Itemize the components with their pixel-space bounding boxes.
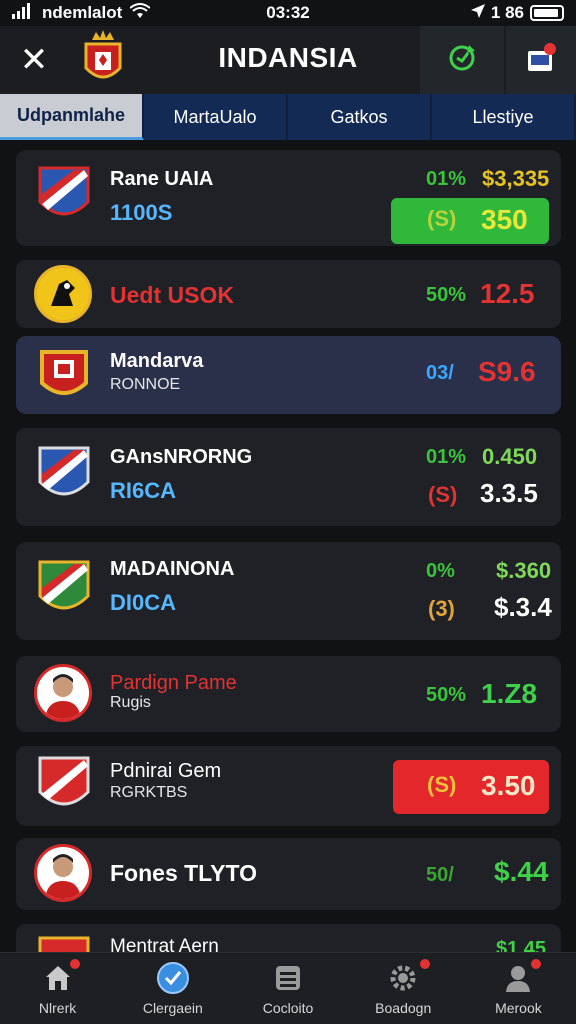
team-name: Rane UAIA: [110, 168, 214, 190]
bottom-navigation: Nlrerk Clergaein Cocloito Boadogn Merook: [0, 952, 576, 1024]
check-badge-icon: [155, 960, 191, 996]
signal-icon: [12, 2, 34, 24]
nav-item-cocloito[interactable]: Cocloito: [230, 953, 345, 1024]
list-item[interactable]: Rane UAIA 1100S 01% $3,335 (S) 350: [16, 150, 561, 246]
list-item[interactable]: MADAINONA DI0CA 0% $.360 (3) $.3.4: [16, 542, 561, 640]
change-percent: 50%: [426, 684, 467, 706]
list-item[interactable]: Pardign Pame Rugis 50% 1.Z8: [16, 656, 561, 732]
price-value: 12.5: [480, 278, 535, 309]
tab-gatkos[interactable]: Gatkos: [288, 94, 432, 140]
team-subtitle: RGRKTBS: [110, 784, 188, 801]
nav-label: Nlrerk: [38, 1000, 77, 1016]
status-bar: ndemlalot 03:32 1 86: [0, 0, 576, 26]
change-percent: 50/: [426, 864, 454, 886]
team-badge: [36, 344, 92, 406]
player-avatar: [34, 844, 92, 902]
team-badge: [36, 444, 92, 506]
notification-dot: [68, 957, 82, 971]
team-logo: [34, 265, 92, 323]
team-badge: [36, 558, 92, 620]
carrier-label: ndemlalot: [42, 3, 123, 22]
player-avatar: [34, 664, 92, 722]
tab-udpanmlahe[interactable]: Udpanmlahe: [0, 94, 144, 140]
nav-label: Clergaein: [142, 1000, 203, 1016]
list-item[interactable]: GAnsNRORNG RI6CA 01% 0.450 (S) 3.3.5: [16, 428, 561, 526]
team-badge: [36, 164, 92, 226]
nav-item-merook[interactable]: Merook: [461, 953, 576, 1024]
price-value: $3,335: [482, 166, 550, 191]
notification-dot: [528, 957, 543, 971]
team-name: GAnsNRORNG: [110, 446, 253, 468]
nav-item-nlrerk[interactable]: Nlrerk: [0, 953, 115, 1024]
refresh-button[interactable]: [420, 26, 504, 94]
button-value: 3.50: [481, 770, 536, 801]
list-icon: [270, 960, 306, 996]
team-subtitle: RI6CA: [110, 478, 177, 503]
holding-value: $.3.4: [494, 592, 552, 622]
nav-label: Merook: [495, 1000, 542, 1016]
holding-value: 3.3.5: [480, 478, 538, 508]
buy-button[interactable]: (S) 350: [391, 198, 549, 244]
nav-item-clergaein[interactable]: Clergaein: [115, 953, 230, 1024]
inbox-icon: [524, 41, 558, 80]
team-badge: [36, 754, 92, 816]
change-percent: 03/: [426, 362, 454, 384]
status-right-text: 1 86: [490, 3, 524, 22]
wifi-icon: [129, 2, 151, 24]
app-header: ✕ INDANSIA: [0, 26, 576, 94]
player-subtitle: Rugis: [110, 694, 151, 711]
notification-dot: [417, 957, 432, 971]
inbox-button[interactable]: [506, 26, 576, 94]
currency-symbol: (S): [427, 206, 457, 231]
team-subtitle: DI0CA: [110, 590, 177, 615]
currency-symbol: (3): [428, 596, 455, 621]
player-name: Fones TLYTO: [110, 860, 257, 886]
tab-bar: Udpanmlahe MartaUalo Gatkos Llestiye: [0, 94, 576, 140]
team-name: Pdnirai Gem: [110, 760, 222, 782]
price-value: S9.6: [478, 356, 536, 387]
clock: 03:32: [266, 3, 310, 22]
change-percent: 0%: [426, 560, 455, 582]
team-name: Mandarva: [110, 350, 204, 372]
battery-icon: [530, 5, 564, 21]
team-badge: [36, 934, 92, 952]
list-item[interactable]: Mandarva RONNOE 03/ S9.6: [16, 336, 561, 414]
change-percent: 01%: [426, 446, 467, 468]
list-item[interactable]: Fones TLYTO 50/ $.44: [16, 838, 561, 910]
list-item[interactable]: Uedt USOK 50% 12.5: [16, 260, 561, 328]
price-value: $.44: [494, 856, 549, 887]
refresh-icon: [445, 41, 479, 80]
price-value: 1.Z8: [481, 678, 538, 709]
sell-button[interactable]: (S) 3.50: [393, 760, 549, 814]
nav-label: Cocloito: [262, 1000, 314, 1016]
team-name: MADAINONA: [110, 558, 235, 580]
location-icon: [470, 3, 485, 23]
team-name: Uedt USOK: [110, 282, 234, 308]
team-subtitle: RONNOE: [110, 376, 181, 393]
team-subtitle: 1100S: [110, 200, 173, 225]
gear-icon: [385, 960, 421, 996]
list-item[interactable]: Mentrat Aern $1.45: [16, 924, 561, 960]
list-item[interactable]: Pdnirai Gem RGRKTBS (S) 3.50: [16, 746, 561, 826]
currency-symbol: (S): [428, 482, 458, 507]
change-percent: 01%: [426, 168, 467, 190]
tab-martaualo[interactable]: MartaUalo: [144, 94, 288, 140]
button-value: 350: [481, 204, 528, 235]
tab-llestiye[interactable]: Llestiye: [432, 94, 576, 140]
currency-symbol: (S): [427, 772, 457, 797]
player-name: Pardign Pame: [110, 672, 237, 694]
price-value: $.360: [496, 558, 552, 583]
nav-item-boadogn[interactable]: Boadogn: [346, 953, 461, 1024]
change-percent: 50%: [426, 284, 467, 306]
price-value: 0.450: [482, 444, 538, 469]
nav-label: Boadogn: [375, 1000, 432, 1016]
